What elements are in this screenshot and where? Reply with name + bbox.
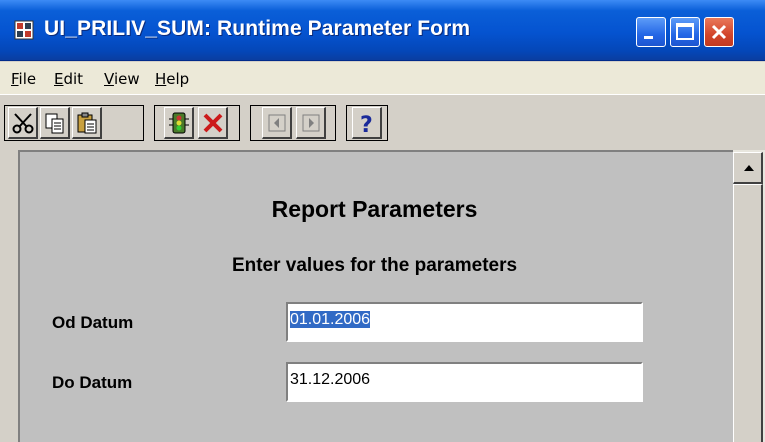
svg-text:?: ?	[360, 113, 373, 135]
minimize-icon	[644, 36, 653, 39]
menu-file[interactable]: File	[11, 70, 36, 88]
cut-icon	[12, 113, 34, 134]
form-heading: Report Parameters	[271, 196, 478, 222]
menu-help[interactable]: Help	[155, 70, 189, 88]
cancel-button[interactable]	[198, 107, 228, 139]
maximize-icon	[676, 23, 694, 40]
help-button[interactable]: ?	[352, 107, 382, 139]
cancel-icon	[203, 113, 223, 133]
menu-bar: File Edit View Help	[0, 62, 765, 95]
previous-button[interactable]	[262, 107, 292, 139]
oracle-reports-icon	[14, 20, 34, 40]
cut-button[interactable]	[8, 107, 38, 139]
od-datum-value: 01.01.2006	[290, 311, 371, 328]
next-icon	[302, 114, 320, 132]
paste-icon	[77, 112, 97, 134]
copy-button[interactable]	[40, 107, 70, 139]
window-title: UI_PRILIV_SUM: Runtime Parameter Form	[44, 17, 471, 40]
menu-help-label: Help	[155, 70, 190, 88]
menu-mnemonic: H	[155, 70, 167, 88]
od-datum-label: Od Datum	[52, 313, 134, 332]
do-datum-value: 31.12.2006	[290, 371, 371, 388]
minimize-button[interactable]	[636, 17, 666, 47]
toolbar: ?	[0, 100, 765, 144]
title-bar[interactable]: UI_PRILIV_SUM: Runtime Parameter Form	[0, 0, 765, 61]
form-subheading: Enter values for the parameters	[231, 255, 518, 276]
maximize-button[interactable]	[670, 17, 700, 47]
menu-view-label: View	[104, 70, 140, 88]
run-report-button[interactable]	[164, 107, 194, 139]
menu-mnemonic: F	[11, 70, 19, 88]
do-datum-label: Do Datum	[52, 373, 133, 392]
close-icon	[711, 24, 727, 40]
od-datum-field[interactable]: 01.01.2006	[286, 302, 643, 342]
help-icon: ?	[360, 113, 373, 135]
scroll-thumb[interactable]	[733, 184, 763, 442]
arrow-up-icon	[744, 165, 754, 171]
next-button[interactable]	[296, 107, 326, 139]
runtime-parameter-form-window: UI_PRILIV_SUM: Runtime Parameter Form Fi…	[0, 0, 765, 442]
toolbar-spacer	[104, 107, 105, 139]
menu-edit-label: Edit	[54, 70, 84, 88]
menu-file-label: File	[11, 70, 37, 88]
close-button[interactable]	[704, 17, 734, 47]
paste-button[interactable]	[72, 107, 102, 139]
copy-icon	[45, 113, 64, 134]
menu-mnemonic: V	[104, 70, 114, 88]
menu-view[interactable]: View	[104, 70, 140, 88]
run-report-icon	[169, 112, 189, 134]
previous-icon	[268, 114, 286, 132]
menu-mnemonic: E	[54, 70, 64, 88]
do-datum-field[interactable]: 31.12.2006	[286, 362, 643, 402]
scroll-up-button[interactable]	[733, 152, 763, 184]
menu-edit[interactable]: Edit	[54, 70, 83, 88]
